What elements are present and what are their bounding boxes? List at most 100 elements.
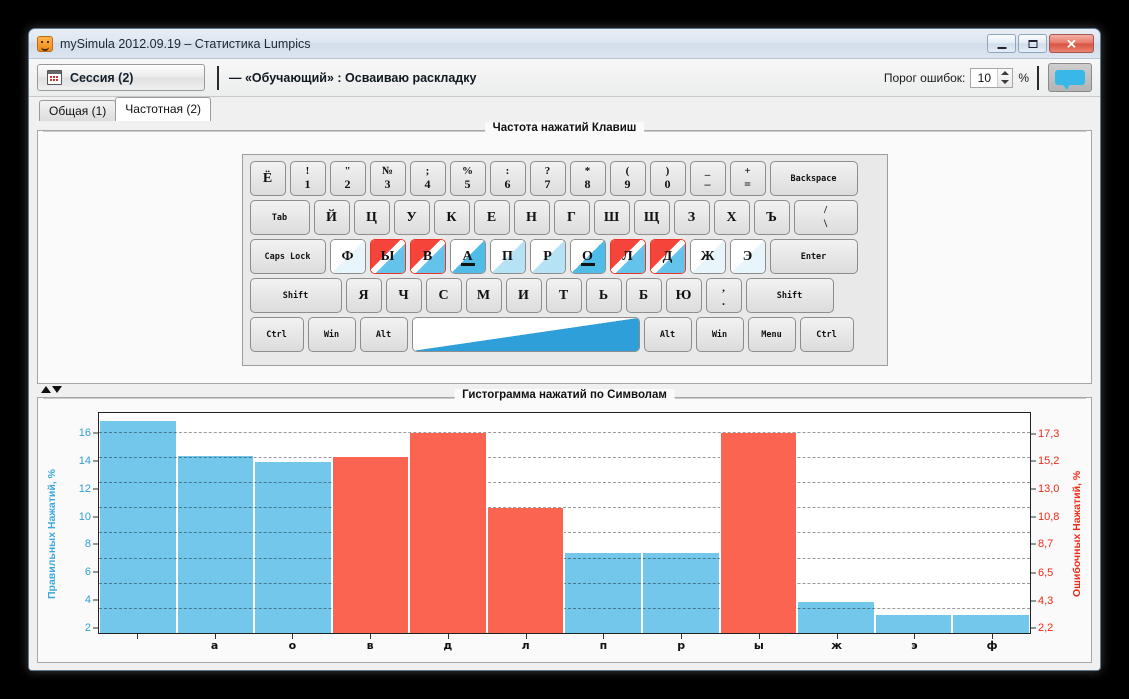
key-ч[interactable]: Ч bbox=[385, 278, 422, 313]
tab-1[interactable]: Частотная (2) bbox=[115, 97, 212, 121]
spinner-down-icon[interactable] bbox=[1001, 80, 1010, 84]
key-с[interactable]: С bbox=[425, 278, 462, 313]
x-tick-label-5: л bbox=[521, 639, 530, 652]
key-ь[interactable]: Ь bbox=[585, 278, 622, 313]
key-+=[interactable]: + = bbox=[729, 161, 766, 196]
key-%5[interactable]: % 5 bbox=[449, 161, 486, 196]
x-tick-label-3: в bbox=[366, 639, 374, 652]
key-lower-label: – bbox=[704, 176, 711, 191]
key-щ[interactable]: Щ bbox=[633, 200, 670, 235]
y-tick-left-5: 12 bbox=[78, 482, 91, 495]
key-т[interactable]: Т bbox=[545, 278, 582, 313]
key-а[interactable]: А bbox=[449, 239, 486, 274]
key-ю[interactable]: Ю bbox=[665, 278, 702, 313]
maximize-button[interactable] bbox=[1018, 34, 1047, 53]
key-?7[interactable]: ? 7 bbox=[529, 161, 566, 196]
key-caps-lock[interactable]: Caps Lock bbox=[249, 239, 326, 274]
key-д[interactable]: Д bbox=[649, 239, 686, 274]
key-б[interactable]: Б bbox=[625, 278, 662, 313]
key-)0[interactable]: ) 0 bbox=[649, 161, 686, 196]
key-,.[interactable]: ,. bbox=[705, 278, 742, 313]
minimize-button[interactable] bbox=[987, 34, 1016, 53]
tab-0[interactable]: Общая (1) bbox=[39, 100, 117, 121]
key-ш[interactable]: Ш bbox=[593, 200, 630, 235]
key-space[interactable] bbox=[411, 317, 640, 352]
calendar-icon bbox=[47, 70, 62, 85]
comment-button[interactable] bbox=[1048, 63, 1092, 92]
y-axis-title-right: Ошибочных Нажатий, % bbox=[1071, 470, 1083, 598]
close-button[interactable]: ✕ bbox=[1049, 34, 1094, 53]
key-ctrl[interactable]: Ctrl bbox=[799, 317, 854, 352]
key-ц[interactable]: Ц bbox=[353, 200, 390, 235]
key-alt[interactable]: Alt bbox=[359, 317, 408, 352]
key-в[interactable]: В bbox=[409, 239, 446, 274]
key-menu[interactable]: Menu bbox=[747, 317, 796, 352]
key-tab[interactable]: Tab bbox=[249, 200, 310, 235]
key-№3[interactable]: № 3 bbox=[369, 161, 406, 196]
key-shift[interactable]: Shift bbox=[745, 278, 834, 313]
key-(9[interactable]: (9 bbox=[609, 161, 646, 196]
plot-region bbox=[98, 412, 1031, 634]
key-!1[interactable]: ! 1 bbox=[289, 161, 326, 196]
key-ф[interactable]: Ф bbox=[329, 239, 366, 274]
collapse-arrow-icon[interactable] bbox=[41, 386, 51, 393]
toolbar: Сессия (2) — «Обучающий» : Осваиваю раск… bbox=[29, 59, 1100, 97]
key-win[interactable]: Win bbox=[307, 317, 356, 352]
key-г[interactable]: Г bbox=[553, 200, 590, 235]
key-:6[interactable]: :6 bbox=[489, 161, 526, 196]
key-label: Win bbox=[323, 329, 340, 340]
x-tick-label-2: о bbox=[288, 639, 297, 652]
key-й[interactable]: Й bbox=[313, 200, 350, 235]
key-ъ[interactable]: Ъ bbox=[753, 200, 790, 235]
key-ы[interactable]: Ы bbox=[369, 239, 406, 274]
key-label: Ю bbox=[675, 287, 692, 303]
key-ж[interactable]: Ж bbox=[689, 239, 726, 274]
bar bbox=[409, 432, 487, 633]
key-р[interactable]: Р bbox=[529, 239, 566, 274]
key-ctrl[interactable]: Ctrl bbox=[249, 317, 304, 352]
spinner-arrows[interactable] bbox=[997, 68, 1013, 87]
key-е[interactable]: Е bbox=[473, 200, 510, 235]
key-у[interactable]: У bbox=[393, 200, 430, 235]
key-enter[interactable]: Enter bbox=[769, 239, 858, 274]
x-tick-label-4: д bbox=[443, 639, 453, 652]
key-л[interactable]: Л bbox=[609, 239, 646, 274]
key-"2[interactable]: " 2 bbox=[329, 161, 366, 196]
key-к[interactable]: К bbox=[433, 200, 470, 235]
error-threshold-spinner[interactable]: 10 bbox=[970, 67, 1014, 88]
key-_–[interactable]: _ – bbox=[689, 161, 726, 196]
key-backspace[interactable]: Backspace bbox=[769, 161, 858, 196]
key-м[interactable]: М bbox=[465, 278, 502, 313]
title-bar: mySimula 2012.09.19 – Статистика Lumpics… bbox=[29, 29, 1100, 59]
key-label: Ё bbox=[262, 170, 273, 186]
content-area: Частота нажатий Клавиш Ё ! 1 " 2 № 3; 4% 5:6? 7 * 8… bbox=[29, 120, 1100, 670]
key-;4[interactable]: ; 4 bbox=[409, 161, 446, 196]
session-button[interactable]: Сессия (2) bbox=[37, 64, 205, 91]
expand-arrow-icon[interactable] bbox=[52, 386, 62, 393]
keyboard-row-4: Ctrl Win Alt Alt Win Menu Ctrl bbox=[249, 317, 880, 352]
key-п[interactable]: П bbox=[489, 239, 526, 274]
key-shift[interactable]: Shift bbox=[249, 278, 342, 313]
key-/\[interactable]: / \ bbox=[793, 200, 858, 235]
key-label: Tab bbox=[271, 212, 288, 223]
key-я[interactable]: Я bbox=[345, 278, 382, 313]
key-ё[interactable]: Ё bbox=[249, 161, 286, 196]
y-tick-right-4: 10,8 bbox=[1038, 511, 1060, 524]
key-и[interactable]: И bbox=[505, 278, 542, 313]
bar-slot-6 bbox=[564, 413, 642, 633]
key-э[interactable]: Э bbox=[729, 239, 766, 274]
key-з[interactable]: З bbox=[673, 200, 710, 235]
key-lower-label: 7 bbox=[544, 176, 551, 191]
spinner-up-icon[interactable] bbox=[1001, 71, 1010, 75]
keyboard-row-2: Caps Lock Ф Ы В А П Р О Л Д Ж Э Enter bbox=[249, 239, 880, 274]
y-tick-right-7: 17,3 bbox=[1038, 427, 1060, 440]
bar-slot-1 bbox=[177, 413, 255, 633]
key-alt[interactable]: Alt bbox=[643, 317, 692, 352]
key-н[interactable]: Н bbox=[513, 200, 550, 235]
error-threshold-input[interactable]: 10 bbox=[971, 69, 997, 87]
key-win[interactable]: Win bbox=[695, 317, 744, 352]
key-*8[interactable]: * 8 bbox=[569, 161, 606, 196]
key-о[interactable]: О bbox=[569, 239, 606, 274]
key-х[interactable]: Х bbox=[713, 200, 750, 235]
key-label: Enter bbox=[800, 251, 827, 262]
